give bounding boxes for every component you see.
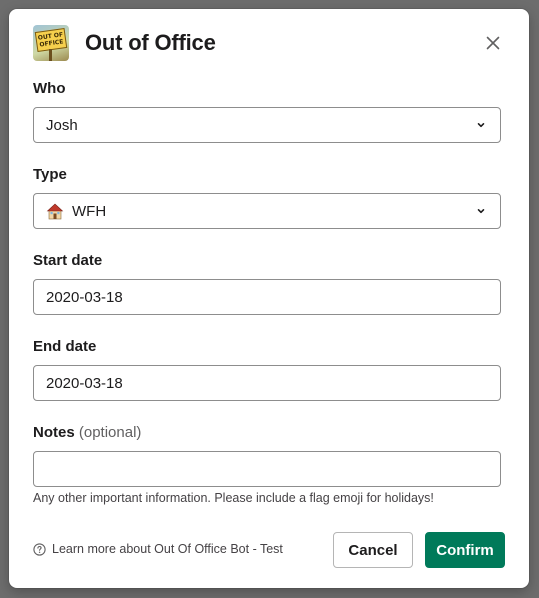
chevron-down-icon <box>477 209 485 214</box>
type-select[interactable]: WFH <box>33 193 501 229</box>
end-date-label: End date <box>33 338 97 355</box>
help-link[interactable]: Learn more about Out Of Office Bot - Tes… <box>33 542 283 556</box>
help-circle-icon <box>33 542 46 556</box>
who-label: Who <box>33 80 66 97</box>
modal-title: Out of Office <box>85 30 216 55</box>
type-select-value: WFH <box>72 202 107 220</box>
chevron-down-icon <box>477 123 485 128</box>
notes-optional-text: (optional) <box>78 424 142 441</box>
close-icon <box>486 36 500 50</box>
type-label: Type <box>33 166 67 183</box>
out-of-office-modal: OUT OF OFFICE Out of Office Who Josh Typ… <box>9 9 529 588</box>
start-date-input[interactable]: 2020-03-18 <box>33 279 501 315</box>
confirm-button[interactable]: Confirm <box>425 532 505 568</box>
end-date-input[interactable]: 2020-03-18 <box>33 365 501 401</box>
start-date-value: 2020-03-18 <box>46 288 123 306</box>
end-date-value: 2020-03-18 <box>46 374 123 392</box>
notes-label-text: Notes <box>33 424 75 441</box>
cancel-button[interactable]: Cancel <box>333 532 413 568</box>
who-select[interactable]: Josh <box>33 107 501 143</box>
modal-header: OUT OF OFFICE Out of Office <box>33 25 216 61</box>
notes-label: Notes (optional) <box>33 424 141 441</box>
house-emoji-icon <box>46 203 64 220</box>
notes-input[interactable] <box>33 451 501 487</box>
start-date-label: Start date <box>33 252 103 269</box>
app-logo: OUT OF OFFICE <box>33 25 69 61</box>
who-select-value: Josh <box>46 116 78 134</box>
notes-hint: Any other important information. Please … <box>33 491 434 505</box>
close-button[interactable] <box>481 31 505 55</box>
help-link-text: Learn more about Out Of Office Bot - Tes… <box>52 542 283 556</box>
